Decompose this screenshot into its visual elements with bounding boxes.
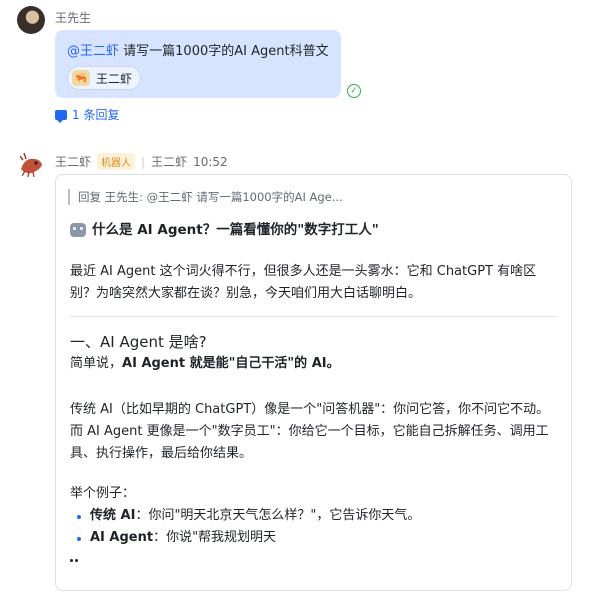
- intro-paragraph: 最近 AI Agent 这个词火得不行，但很多人还是一头雾水：它和 ChatGP…: [70, 264, 537, 301]
- bot-badge: 机器人: [97, 153, 136, 170]
- user-message-bubble: @王二虾 请写一篇1000字的AI Agent科普文 🦐 王二虾: [55, 30, 341, 98]
- example-term: 传统 AI: [90, 508, 136, 523]
- comparison-paragraph: 传统 AI（比如早期的 ChatGPT）像是一个"问答机器"：你问它答，你不问它…: [70, 402, 550, 461]
- bot-avatar[interactable]: [17, 151, 45, 179]
- chip-label: 王二虾: [96, 71, 133, 86]
- example-text: ：你问"明天北京天气怎么样？"，它告诉你天气。: [135, 508, 421, 523]
- definition-prefix: 简单说，: [70, 356, 123, 371]
- chip-avatar-icon: 🦐: [72, 70, 90, 86]
- definition-paragraph: 简单说，AI Agent 就是能"自己干活"的 AI。: [70, 353, 558, 375]
- article-title-text: 什么是 AI Agent？一篇看懂你的"数字打工人": [92, 222, 379, 238]
- reply-quote[interactable]: 回复 王先生: @王二虾 请写一篇1000字的AI Age...: [68, 189, 343, 205]
- user-avatar[interactable]: [17, 6, 45, 34]
- user-sender-name[interactable]: 王先生: [55, 9, 91, 26]
- bot-meta-name: 王二虾: [151, 155, 188, 169]
- header-separator: |: [141, 154, 146, 169]
- example-term: AI Agent: [90, 530, 154, 545]
- example-text: ：你说"帮我规划明天: [153, 530, 277, 545]
- example-label: 举个例子：: [70, 486, 136, 501]
- example-list: 传统 AI：你问"明天北京天气怎么样？"，它告诉你天气。 AI Agent：你说…: [70, 505, 558, 549]
- list-item: 传统 AI：你问"明天北京天气怎么样？"，它告诉你天气。: [70, 505, 558, 527]
- message-time: 10:52: [193, 154, 228, 169]
- reply-icon: [55, 109, 67, 123]
- bot-sender-name[interactable]: 王二虾: [55, 153, 91, 170]
- list-item: AI Agent：你说"帮我规划明天: [70, 527, 558, 549]
- read-check-icon: ✓: [347, 84, 361, 98]
- bot-message-header: 王二虾 机器人 | 王二虾 10:52: [55, 153, 228, 170]
- mention-link[interactable]: @王二虾: [67, 44, 119, 59]
- user-message-text: @王二虾 请写一篇1000字的AI Agent科普文: [67, 40, 329, 59]
- reply-thread-link[interactable]: 1 条回复: [55, 106, 119, 123]
- user-message-body: 请写一篇1000字的AI Agent科普文: [123, 44, 329, 59]
- article-title: 什么是 AI Agent？一篇看懂你的"数字打工人": [70, 219, 558, 241]
- section-divider: [70, 316, 558, 317]
- bot-reply-card: 回复 王先生: @王二虾 请写一篇1000字的AI Age... 什么是 AI …: [55, 174, 572, 591]
- typing-indicator: [70, 559, 78, 562]
- definition-bold: AI Agent 就是能"自己干活"的 AI。: [122, 356, 340, 371]
- robot-emoji-icon: [70, 223, 86, 237]
- mention-chip[interactable]: 🦐 王二虾: [67, 66, 142, 90]
- section-heading: 一、AI Agent 是啥?: [70, 333, 207, 351]
- reply-count: 1 条回复: [72, 108, 120, 122]
